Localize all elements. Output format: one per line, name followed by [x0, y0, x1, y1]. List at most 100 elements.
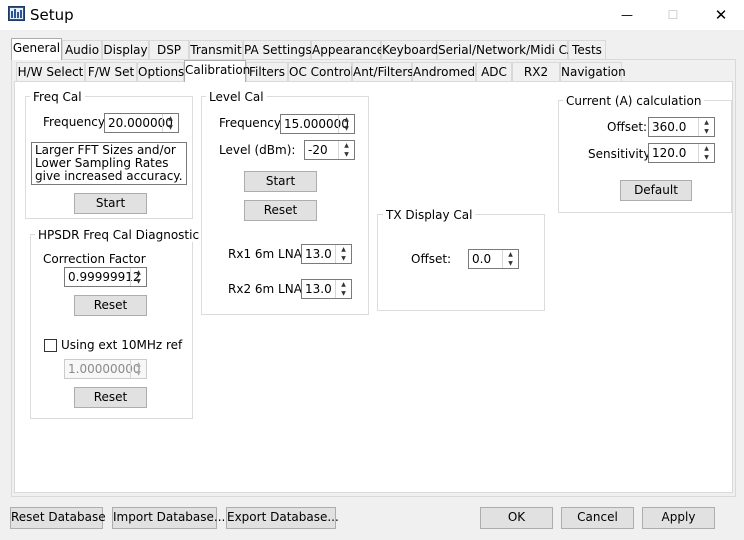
tab-rx2[interactable]: RX2 [512, 62, 560, 81]
spin-up-icon[interactable]: ▲ [699, 144, 714, 153]
reset-database-button[interactable]: Reset Database [10, 507, 106, 529]
spin-down-icon[interactable]: ▼ [339, 124, 354, 133]
close-icon: ✕ [714, 6, 728, 24]
spin-up-icon[interactable]: ▲ [336, 245, 351, 254]
tab-pa-settings[interactable]: PA Settings [243, 40, 312, 59]
ext-ref-checkbox[interactable] [44, 339, 57, 352]
tab-serial-network-midi-cat[interactable]: Serial/Network/Midi CAT [437, 40, 582, 59]
freq-cal-title: Freq Cal [30, 90, 85, 104]
level-dbm-value: -20 [308, 143, 328, 157]
spin-up-icon[interactable]: ▲ [699, 118, 714, 127]
rx2-lna-label: Rx2 6m LNA: [228, 282, 306, 296]
tx-display-offset-label: Offset: [411, 252, 452, 266]
tab-ant-filters[interactable]: Ant/Filters [352, 62, 414, 81]
spin-down-icon[interactable]: ▼ [336, 254, 351, 263]
spin-arrows[interactable]: ▲ ▼ [335, 280, 351, 298]
correction-factor-input[interactable]: 0.99999912 ▲ ▼ [64, 267, 147, 287]
tab-general[interactable]: General [11, 38, 62, 60]
spin-up-icon: ▲ [136, 361, 141, 368]
level-cal-reset-button[interactable]: Reset [244, 200, 317, 221]
current-default-button[interactable]: Default [620, 180, 692, 201]
ext-ref-input: 1.00000000 ▲ ▼ [64, 359, 147, 379]
rx1-lna-label: Rx1 6m LNA: [228, 247, 306, 261]
spin-up-icon[interactable]: ▲ [163, 114, 178, 123]
spin-up-icon[interactable]: ▲ [336, 280, 351, 289]
spin-up-icon[interactable]: ▲ [131, 268, 146, 277]
rx2-lna-input[interactable]: 13.0 ▲ ▼ [301, 279, 352, 299]
spin-arrows[interactable]: ▲ ▼ [338, 115, 354, 133]
app-icon [8, 6, 25, 21]
tab-appearance[interactable]: Appearance [311, 40, 384, 59]
tab-navigation[interactable]: Navigation [560, 62, 626, 81]
spin-down-icon[interactable]: ▼ [131, 277, 146, 286]
cancel-button[interactable]: Cancel [561, 507, 634, 529]
current-offset-input[interactable]: 360.0 ▲ ▼ [648, 117, 715, 137]
tab-display[interactable]: Display [102, 40, 149, 59]
spin-arrows: ▲ ▼ [130, 360, 146, 378]
ok-button[interactable]: OK [480, 507, 553, 529]
tx-display-offset-value: 0.0 [472, 252, 492, 266]
spin-arrows[interactable]: ▲ ▼ [162, 114, 178, 132]
close-button[interactable]: ✕ [698, 0, 744, 30]
spin-arrows[interactable]: ▲ ▼ [502, 250, 518, 268]
spin-down-icon[interactable]: ▼ [503, 259, 518, 268]
tx-display-offset-input[interactable]: 0.0 ▲ ▼ [468, 249, 519, 269]
correction-reset-button[interactable]: Reset [74, 295, 147, 316]
hpsdr-diag-title: HPSDR Freq Cal Diagnostic [35, 228, 203, 242]
spin-arrows[interactable]: ▲ ▼ [698, 118, 714, 136]
ext-ref-reset-button[interactable]: Reset [74, 387, 147, 408]
spin-arrows[interactable]: ▲ ▼ [698, 144, 714, 162]
spin-down-icon[interactable]: ▼ [699, 127, 714, 136]
maximize-button[interactable]: ☐ [650, 0, 696, 30]
current-sensitivity-input[interactable]: 120.0 ▲ ▼ [648, 143, 715, 163]
rx1-lna-value: 13.0 [305, 247, 332, 261]
current-offset-label: Offset: [607, 120, 648, 134]
spin-down-icon[interactable]: ▼ [699, 153, 714, 162]
tab-dsp[interactable]: DSP [149, 40, 189, 59]
level-cal-start-button[interactable]: Start [244, 171, 317, 192]
tab-keyboard[interactable]: Keyboard [381, 40, 438, 59]
tab-andromeda[interactable]: Andromeda [412, 62, 483, 81]
spin-down-icon[interactable]: ▼ [339, 150, 354, 159]
tab-adc[interactable]: ADC [476, 62, 512, 81]
export-database-button[interactable]: Export Database... [226, 507, 339, 529]
spin-arrows[interactable]: ▲ ▼ [130, 268, 146, 286]
tab-oc-control[interactable]: OC Control [288, 62, 354, 81]
spin-down-icon: ▼ [136, 370, 141, 377]
spin-down-icon[interactable]: ▼ [336, 289, 351, 298]
maximize-icon: ☐ [667, 8, 679, 22]
current-offset-value: 360.0 [652, 120, 687, 134]
rx2-lna-value: 13.0 [305, 282, 332, 296]
ext-ref-label[interactable]: Using ext 10MHz ref [61, 338, 182, 352]
tab-calibration[interactable]: Calibration [184, 60, 250, 82]
spin-up-icon[interactable]: ▲ [503, 250, 518, 259]
tab-transmit[interactable]: Transmit [189, 40, 243, 59]
apply-button[interactable]: Apply [642, 507, 715, 529]
tab-options[interactable]: Options [137, 62, 184, 81]
spin-down-icon[interactable]: ▼ [163, 123, 178, 132]
rx1-lna-input[interactable]: 13.0 ▲ ▼ [301, 244, 352, 264]
tx-display-cal-title: TX Display Cal [383, 208, 476, 222]
freq-cal-frequency-label: Frequency: [43, 115, 109, 129]
current-sensitivity-label: Sensitivity: [588, 147, 654, 161]
minimize-button[interactable]: — [604, 0, 650, 30]
freq-cal-frequency-input[interactable]: 20.000000 ▲ ▼ [104, 113, 179, 133]
window-title: Setup [30, 6, 74, 24]
level-cal-title: Level Cal [206, 90, 267, 104]
level-dbm-label: Level (dBm): [219, 143, 296, 157]
tab-hw-select[interactable]: H/W Select [16, 62, 85, 81]
tab-audio[interactable]: Audio [62, 40, 102, 59]
spin-arrows[interactable]: ▲ ▼ [338, 141, 354, 159]
tab-tests[interactable]: Tests [568, 40, 606, 59]
correction-factor-label: Correction Factor [43, 252, 146, 266]
spin-up-icon[interactable]: ▲ [339, 115, 354, 124]
freq-cal-start-button[interactable]: Start [74, 193, 147, 214]
level-dbm-input[interactable]: -20 ▲ ▼ [304, 140, 355, 160]
title-bar: Setup — ☐ ✕ [0, 0, 744, 30]
tab-fw-set[interactable]: F/W Set [85, 62, 137, 81]
spin-arrows[interactable]: ▲ ▼ [335, 245, 351, 263]
tab-filters[interactable]: Filters [246, 62, 288, 81]
import-database-button[interactable]: Import Database... [112, 507, 225, 529]
spin-up-icon[interactable]: ▲ [339, 141, 354, 150]
level-cal-frequency-input[interactable]: 15.000000 ▲ ▼ [280, 114, 355, 134]
